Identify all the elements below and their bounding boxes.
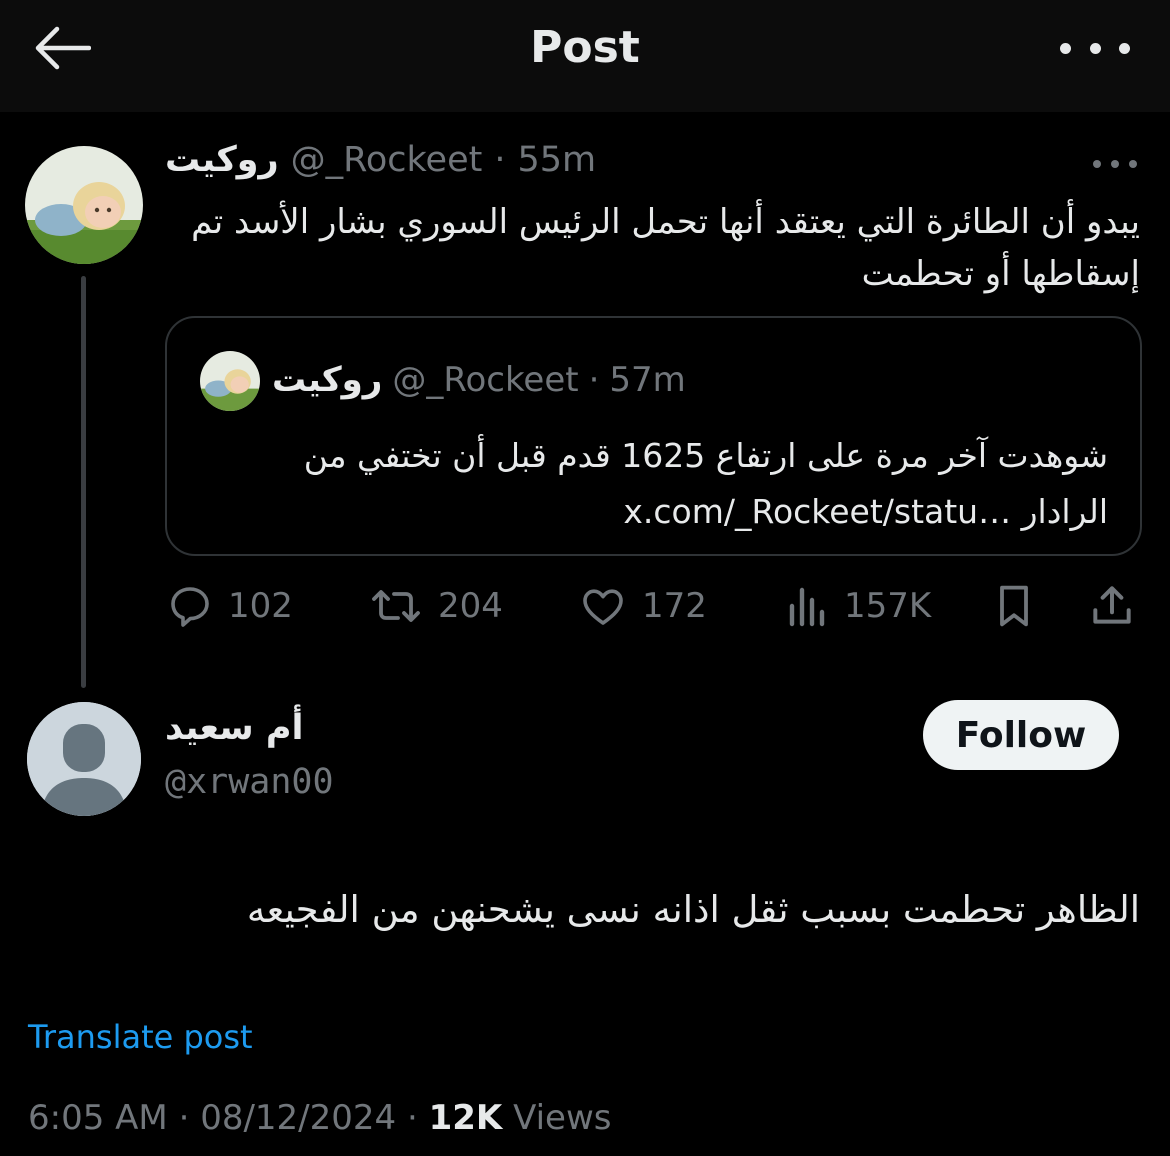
post-metadata: 6:05 AM · 08/12/2024 · 12K Views bbox=[28, 1098, 612, 1138]
more-options-button[interactable] bbox=[1060, 30, 1130, 66]
default-avatar-icon bbox=[27, 702, 141, 816]
avatar-photo-icon bbox=[200, 351, 260, 411]
separator-dot: · bbox=[178, 1098, 190, 1138]
views-label: Views bbox=[513, 1098, 612, 1138]
reply-button[interactable]: 102 bbox=[166, 580, 293, 632]
post-more-button[interactable] bbox=[1093, 150, 1137, 178]
post-text: يبدو أن الطائرة التي يعتقد أنها تحمل الر… bbox=[191, 202, 1140, 294]
post-date[interactable]: 08/12/2024 bbox=[200, 1098, 396, 1138]
quote-avatar bbox=[200, 351, 260, 411]
author-row: روكيت @_Rockeet · 55m bbox=[165, 140, 596, 180]
post-time[interactable]: 55m bbox=[517, 140, 596, 180]
separator-dot: · bbox=[588, 360, 600, 400]
avatar[interactable] bbox=[25, 146, 143, 264]
reply-text: الظاهر تحطمت بسبب ثقل اذانه نسى يشحنهن م… bbox=[246, 888, 1140, 931]
repost-count: 204 bbox=[438, 586, 503, 626]
quote-time: 57m bbox=[609, 360, 686, 400]
follow-button[interactable]: Follow bbox=[923, 700, 1119, 770]
like-count: 172 bbox=[642, 586, 707, 626]
separator-dot: · bbox=[494, 140, 506, 180]
share-button[interactable] bbox=[1086, 580, 1138, 632]
separator-dot: · bbox=[406, 1098, 418, 1138]
page-title: Post bbox=[530, 22, 640, 73]
repost-button[interactable]: 204 bbox=[368, 580, 503, 632]
translate-post-link[interactable]: Translate post bbox=[28, 1018, 253, 1056]
author-handle[interactable]: @_Rockeet bbox=[291, 140, 483, 180]
quote-author-handle: @_Rockeet bbox=[392, 360, 579, 400]
repost-icon bbox=[372, 590, 420, 622]
quote-author-row: روكيت @_Rockeet · 57m bbox=[272, 360, 686, 400]
like-button[interactable]: 172 bbox=[578, 580, 707, 632]
bookmark-button[interactable] bbox=[990, 580, 1038, 632]
views-icon bbox=[789, 587, 825, 627]
views-count: 12K bbox=[428, 1098, 503, 1138]
reply-count: 102 bbox=[228, 586, 293, 626]
quote-text-block: شوهدت آخر مرة على ارتفاع 1625 قدم قبل أن… bbox=[208, 428, 1108, 540]
more-icon bbox=[1093, 160, 1101, 168]
more-icon bbox=[1060, 42, 1071, 54]
action-bar: 102 204 172 157K bbox=[0, 580, 1170, 632]
post-time[interactable]: 6:05 AM bbox=[28, 1098, 168, 1138]
reply-author-name[interactable]: أم سعيد bbox=[165, 708, 304, 748]
bookmark-icon bbox=[1000, 585, 1028, 627]
share-icon bbox=[1093, 586, 1131, 624]
reply-author-handle[interactable]: @xrwan00 bbox=[165, 762, 334, 802]
top-bar: Post bbox=[0, 0, 1170, 112]
quote-author-name: روكيت bbox=[272, 360, 383, 400]
reply-icon bbox=[171, 587, 209, 627]
quote-link[interactable]: x.com/_Rockeet/statu… bbox=[623, 492, 1011, 531]
views-count: 157K bbox=[844, 586, 932, 626]
quoted-post[interactable]: روكيت @_Rockeet · 57m شوهدت آخر مرة على … bbox=[165, 316, 1142, 556]
avatar[interactable] bbox=[27, 702, 141, 816]
views-button[interactable]: 157K bbox=[786, 580, 931, 632]
avatar-photo-icon bbox=[25, 146, 143, 264]
author-name[interactable]: روكيت bbox=[165, 140, 279, 180]
like-icon bbox=[583, 589, 623, 625]
